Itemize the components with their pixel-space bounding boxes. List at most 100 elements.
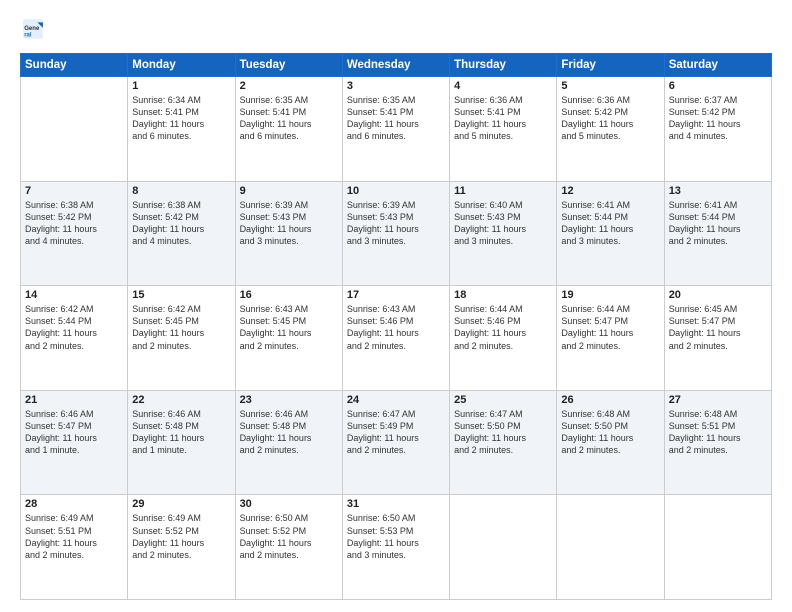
calendar-cell: 4 Sunrise: 6:36 AM Sunset: 5:41 PM Daylig… — [450, 77, 557, 182]
cell-info: Sunrise: 6:42 AM Sunset: 5:45 PM Dayligh… — [132, 303, 230, 352]
day-number: 19 — [561, 289, 659, 301]
calendar-cell: 2Sunrise: 6:35 AM Sunset: 5:41 PM Daylig… — [235, 77, 342, 182]
day-number: 27 — [669, 394, 767, 406]
cell-info: Sunrise: 6:48 AM Sunset: 5:51 PM Dayligh… — [669, 408, 767, 457]
calendar-cell: 12 Sunrise: 6:41 AM Sunset: 5:44 PM Dayli… — [557, 181, 664, 286]
cell-info: Sunrise: 6:49 AM Sunset: 5:51 PM Dayligh… — [25, 512, 123, 561]
calendar-cell: 26 Sunrise: 6:48 AM Sunset: 5:50 PM Dayli… — [557, 390, 664, 495]
calendar-cell: 25 Sunrise: 6:47 AM Sunset: 5:50 PM Dayli… — [450, 390, 557, 495]
calendar-cell: 23Sunrise: 6:46 AM Sunset: 5:48 PM Dayli… — [235, 390, 342, 495]
cell-info: Sunrise: 6:50 AM Sunset: 5:52 PM Dayligh… — [240, 512, 338, 561]
day-number: 2 — [240, 80, 338, 92]
cell-info: Sunrise: 6:43 AM Sunset: 5:46 PM Dayligh… — [347, 303, 445, 352]
cell-info: Sunrise: 6:47 AM Sunset: 5:49 PM Dayligh… — [347, 408, 445, 457]
day-number: 31 — [347, 498, 445, 510]
calendar-cell: 1Sunrise: 6:34 AM Sunset: 5:41 PM Daylig… — [128, 77, 235, 182]
cell-info: Sunrise: 6:39 AM Sunset: 5:43 PM Dayligh… — [240, 199, 338, 248]
day-number: 30 — [240, 498, 338, 510]
calendar-cell: 10 Sunrise: 6:39 AM Sunset: 5:43 PM Dayli… — [342, 181, 449, 286]
day-number: 21 — [25, 394, 123, 406]
week-row-1: 7 Sunrise: 6:38 AM Sunset: 5:42 PM Daylig… — [21, 181, 772, 286]
cell-info: Sunrise: 6:37 AM Sunset: 5:42 PM Dayligh… — [669, 94, 767, 143]
day-number: 1 — [132, 80, 230, 92]
week-row-2: 14 Sunrise: 6:42 AM Sunset: 5:44 PM Dayli… — [21, 286, 772, 391]
calendar-cell: 31 Sunrise: 6:50 AM Sunset: 5:53 PM Dayli… — [342, 495, 449, 600]
calendar-cell: 15 Sunrise: 6:42 AM Sunset: 5:45 PM Dayli… — [128, 286, 235, 391]
cell-info: Sunrise: 6:48 AM Sunset: 5:50 PM Dayligh… — [561, 408, 659, 457]
day-number: 28 — [25, 498, 123, 510]
col-header-wednesday: Wednesday — [342, 54, 449, 77]
cell-info: Sunrise: 6:49 AM Sunset: 5:52 PM Dayligh… — [132, 512, 230, 561]
col-header-monday: Monday — [128, 54, 235, 77]
calendar-cell: 28 Sunrise: 6:49 AM Sunset: 5:51 PM Dayli… — [21, 495, 128, 600]
svg-text:Gene: Gene — [24, 26, 40, 32]
calendar-cell: 7 Sunrise: 6:38 AM Sunset: 5:42 PM Daylig… — [21, 181, 128, 286]
day-number: 10 — [347, 185, 445, 197]
cell-info: Sunrise: 6:44 AM Sunset: 5:47 PM Dayligh… — [561, 303, 659, 352]
calendar-cell — [450, 495, 557, 600]
cell-info: Sunrise: 6:39 AM Sunset: 5:43 PM Dayligh… — [347, 199, 445, 248]
calendar-table: SundayMondayTuesdayWednesdayThursdayFrid… — [20, 53, 772, 600]
cell-info: Sunrise: 6:44 AM Sunset: 5:46 PM Dayligh… — [454, 303, 552, 352]
calendar-cell — [557, 495, 664, 600]
col-header-sunday: Sunday — [21, 54, 128, 77]
calendar-cell: 6 Sunrise: 6:37 AM Sunset: 5:42 PM Daylig… — [664, 77, 771, 182]
cell-info: Sunrise: 6:47 AM Sunset: 5:50 PM Dayligh… — [454, 408, 552, 457]
calendar-cell: 11Sunrise: 6:40 AM Sunset: 5:43 PM Dayli… — [450, 181, 557, 286]
logo: Gene ral — [20, 18, 44, 45]
day-number: 3 — [347, 80, 445, 92]
day-number: 22 — [132, 394, 230, 406]
cell-info: Sunrise: 6:38 AM Sunset: 5:42 PM Dayligh… — [25, 199, 123, 248]
day-number: 26 — [561, 394, 659, 406]
cell-info: Sunrise: 6:35 AM Sunset: 5:41 PM Dayligh… — [347, 94, 445, 143]
day-number: 16 — [240, 289, 338, 301]
cell-info: Sunrise: 6:41 AM Sunset: 5:44 PM Dayligh… — [669, 199, 767, 248]
calendar-cell: 24Sunrise: 6:47 AM Sunset: 5:49 PM Dayli… — [342, 390, 449, 495]
calendar-cell: 5 Sunrise: 6:36 AM Sunset: 5:42 PM Daylig… — [557, 77, 664, 182]
calendar-cell — [21, 77, 128, 182]
col-header-friday: Friday — [557, 54, 664, 77]
calendar-cell: 22Sunrise: 6:46 AM Sunset: 5:48 PM Dayli… — [128, 390, 235, 495]
day-number: 14 — [25, 289, 123, 301]
cell-info: Sunrise: 6:36 AM Sunset: 5:42 PM Dayligh… — [561, 94, 659, 143]
day-number: 4 — [454, 80, 552, 92]
logo-icon: Gene ral — [22, 18, 44, 40]
week-row-4: 28 Sunrise: 6:49 AM Sunset: 5:51 PM Dayli… — [21, 495, 772, 600]
day-number: 7 — [25, 185, 123, 197]
col-header-tuesday: Tuesday — [235, 54, 342, 77]
col-header-thursday: Thursday — [450, 54, 557, 77]
day-number: 13 — [669, 185, 767, 197]
page-header: Gene ral — [20, 18, 772, 45]
cell-info: Sunrise: 6:43 AM Sunset: 5:45 PM Dayligh… — [240, 303, 338, 352]
svg-text:ral: ral — [24, 33, 32, 39]
calendar-cell: 29 Sunrise: 6:49 AM Sunset: 5:52 PM Dayli… — [128, 495, 235, 600]
calendar-cell: 18 Sunrise: 6:44 AM Sunset: 5:46 PM Dayli… — [450, 286, 557, 391]
cell-info: Sunrise: 6:41 AM Sunset: 5:44 PM Dayligh… — [561, 199, 659, 248]
cell-info: Sunrise: 6:50 AM Sunset: 5:53 PM Dayligh… — [347, 512, 445, 561]
cell-info: Sunrise: 6:46 AM Sunset: 5:48 PM Dayligh… — [240, 408, 338, 457]
cell-info: Sunrise: 6:46 AM Sunset: 5:47 PM Dayligh… — [25, 408, 123, 457]
day-number: 8 — [132, 185, 230, 197]
cell-info: Sunrise: 6:45 AM Sunset: 5:47 PM Dayligh… — [669, 303, 767, 352]
day-number: 12 — [561, 185, 659, 197]
day-number: 6 — [669, 80, 767, 92]
calendar-cell: 20 Sunrise: 6:45 AM Sunset: 5:47 PM Dayli… — [664, 286, 771, 391]
calendar-cell: 14 Sunrise: 6:42 AM Sunset: 5:44 PM Dayli… — [21, 286, 128, 391]
calendar-cell: 30 Sunrise: 6:50 AM Sunset: 5:52 PM Dayli… — [235, 495, 342, 600]
day-number: 5 — [561, 80, 659, 92]
calendar-cell: 17Sunrise: 6:43 AM Sunset: 5:46 PM Dayli… — [342, 286, 449, 391]
day-number: 11 — [454, 185, 552, 197]
day-number: 25 — [454, 394, 552, 406]
cell-info: Sunrise: 6:42 AM Sunset: 5:44 PM Dayligh… — [25, 303, 123, 352]
calendar-cell: 27 Sunrise: 6:48 AM Sunset: 5:51 PM Dayli… — [664, 390, 771, 495]
day-number: 9 — [240, 185, 338, 197]
day-number: 15 — [132, 289, 230, 301]
calendar-cell: 19 Sunrise: 6:44 AM Sunset: 5:47 PM Dayli… — [557, 286, 664, 391]
day-number: 18 — [454, 289, 552, 301]
calendar-cell — [664, 495, 771, 600]
day-number: 29 — [132, 498, 230, 510]
calendar-cell: 9 Sunrise: 6:39 AM Sunset: 5:43 PM Daylig… — [235, 181, 342, 286]
day-number: 20 — [669, 289, 767, 301]
cell-info: Sunrise: 6:38 AM Sunset: 5:42 PM Dayligh… — [132, 199, 230, 248]
cell-info: Sunrise: 6:36 AM Sunset: 5:41 PM Dayligh… — [454, 94, 552, 143]
